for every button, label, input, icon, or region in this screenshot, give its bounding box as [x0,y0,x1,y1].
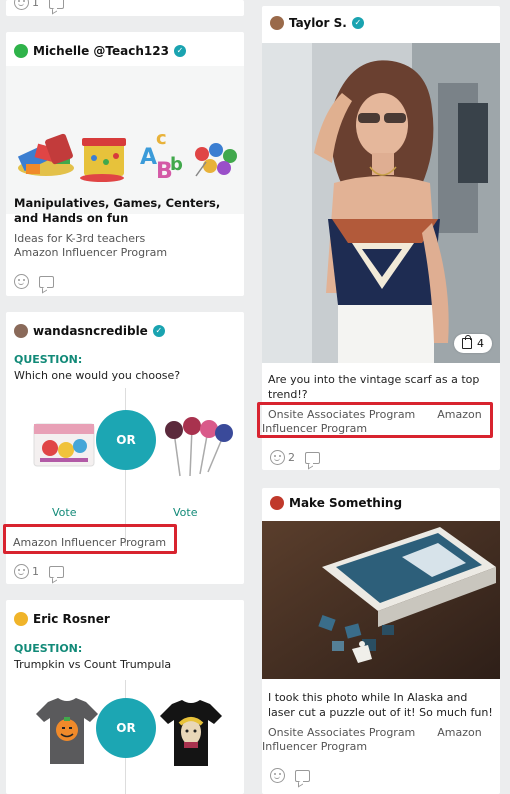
program-label-onsite[interactable]: Onsite Associates Program [268,726,415,739]
reaction-bar [270,768,310,783]
option-left-image[interactable] [30,414,100,474]
option-right-image[interactable] [156,412,236,478]
likes-count: 2 [288,451,295,464]
reaction-bar [14,274,54,289]
shopping-bag-icon [462,335,472,349]
smile-icon[interactable] [14,0,29,10]
post-card-partial: 1 [6,0,244,16]
post-image[interactable]: 4 [262,43,500,363]
or-circle: OR [96,410,156,470]
comment-icon[interactable] [305,451,320,464]
post-card-taylor[interactable]: Taylor S. ✓ 4 Are you into the vintage s… [262,6,500,470]
vote-right-button[interactable]: Vote [173,506,197,519]
verified-icon: ✓ [351,17,364,29]
reaction-bar: 1 [14,564,64,579]
likes-count: 1 [32,0,39,9]
avatar[interactable] [14,324,28,338]
counters-icon [195,143,237,177]
vote-left-button[interactable]: Vote [52,506,76,519]
post-card-make-something[interactable]: Make Something I took this photo while I… [262,488,500,794]
author-name[interactable]: Make Something [289,496,402,510]
option-right-image[interactable] [158,698,224,768]
post-card-michelle[interactable]: Michelle @Teach123 ✓ A c B b Manipulativ… [6,32,244,296]
svg-text:b: b [170,154,183,175]
likes-count: 1 [32,565,39,578]
smile-icon[interactable] [14,564,29,579]
avatar[interactable] [270,16,284,30]
program-labels: Onsite Associates Program Amazon Influenc… [262,726,494,754]
abc-letters-icon: A c B b [140,128,183,184]
smile-icon[interactable] [270,768,285,783]
product-count: 4 [477,337,484,350]
post-subtitle: Ideas for K-3rd teachers [14,232,146,245]
post-author[interactable]: Taylor S. ✓ [270,16,364,30]
post-author[interactable]: Michelle @Teach123 ✓ [14,44,186,58]
author-name[interactable]: Michelle @Teach123 [33,44,169,58]
comment-icon[interactable] [295,769,310,782]
highlight-box-wanda-program [3,524,177,554]
post-title[interactable]: Manipulatives, Games, Centers, and Hands… [14,196,238,226]
verified-icon: ✓ [173,45,186,57]
bucket-icon [80,138,126,182]
author-name[interactable]: Taylor S. [289,16,347,30]
post-card-eric[interactable]: Eric Rosner QUESTION: Trumpkin vs Count … [6,600,244,794]
reaction-bar: 1 [14,0,64,10]
question-label: QUESTION: [14,642,83,655]
author-name[interactable]: wandasncredible [33,324,148,338]
puzzle-photo [262,521,500,679]
smile-icon[interactable] [14,274,29,289]
post-image[interactable] [262,521,500,679]
svg-text:c: c [156,128,167,149]
post-caption[interactable]: I took this photo while In Alaska and la… [268,690,494,720]
smile-icon[interactable] [270,450,285,465]
woman-scarf-photo [262,43,500,363]
product-count-badge[interactable]: 4 [454,334,492,353]
post-author[interactable]: Eric Rosner [14,612,110,626]
comment-icon[interactable] [49,0,64,9]
post-author[interactable]: Make Something [270,496,402,510]
post-author[interactable]: wandasncredible ✓ [14,324,165,338]
option-left-image[interactable] [34,696,100,766]
or-circle: OR [96,698,156,758]
highlight-box-taylor-programs [257,402,493,438]
comment-icon[interactable] [39,275,54,288]
blocks-jar-icon [17,133,74,176]
avatar[interactable] [270,496,284,510]
question-label: QUESTION: [14,353,83,366]
author-name[interactable]: Eric Rosner [33,612,110,626]
avatar[interactable] [14,44,28,58]
post-image[interactable]: A c B b [6,66,244,214]
avatar[interactable] [14,612,28,626]
program-label[interactable]: Amazon Influencer Program [14,246,238,260]
post-caption[interactable]: Are you into the vintage scarf as a top … [268,372,494,402]
verified-icon: ✓ [152,325,165,337]
svg-text:A: A [140,145,157,170]
question-text: Trumpkin vs Count Trumpula [14,658,172,671]
comment-icon[interactable] [49,565,64,578]
reaction-bar: 2 [270,450,320,465]
question-text: Which one would you choose? [14,369,181,382]
educational-toys-image: A c B b [17,128,237,184]
